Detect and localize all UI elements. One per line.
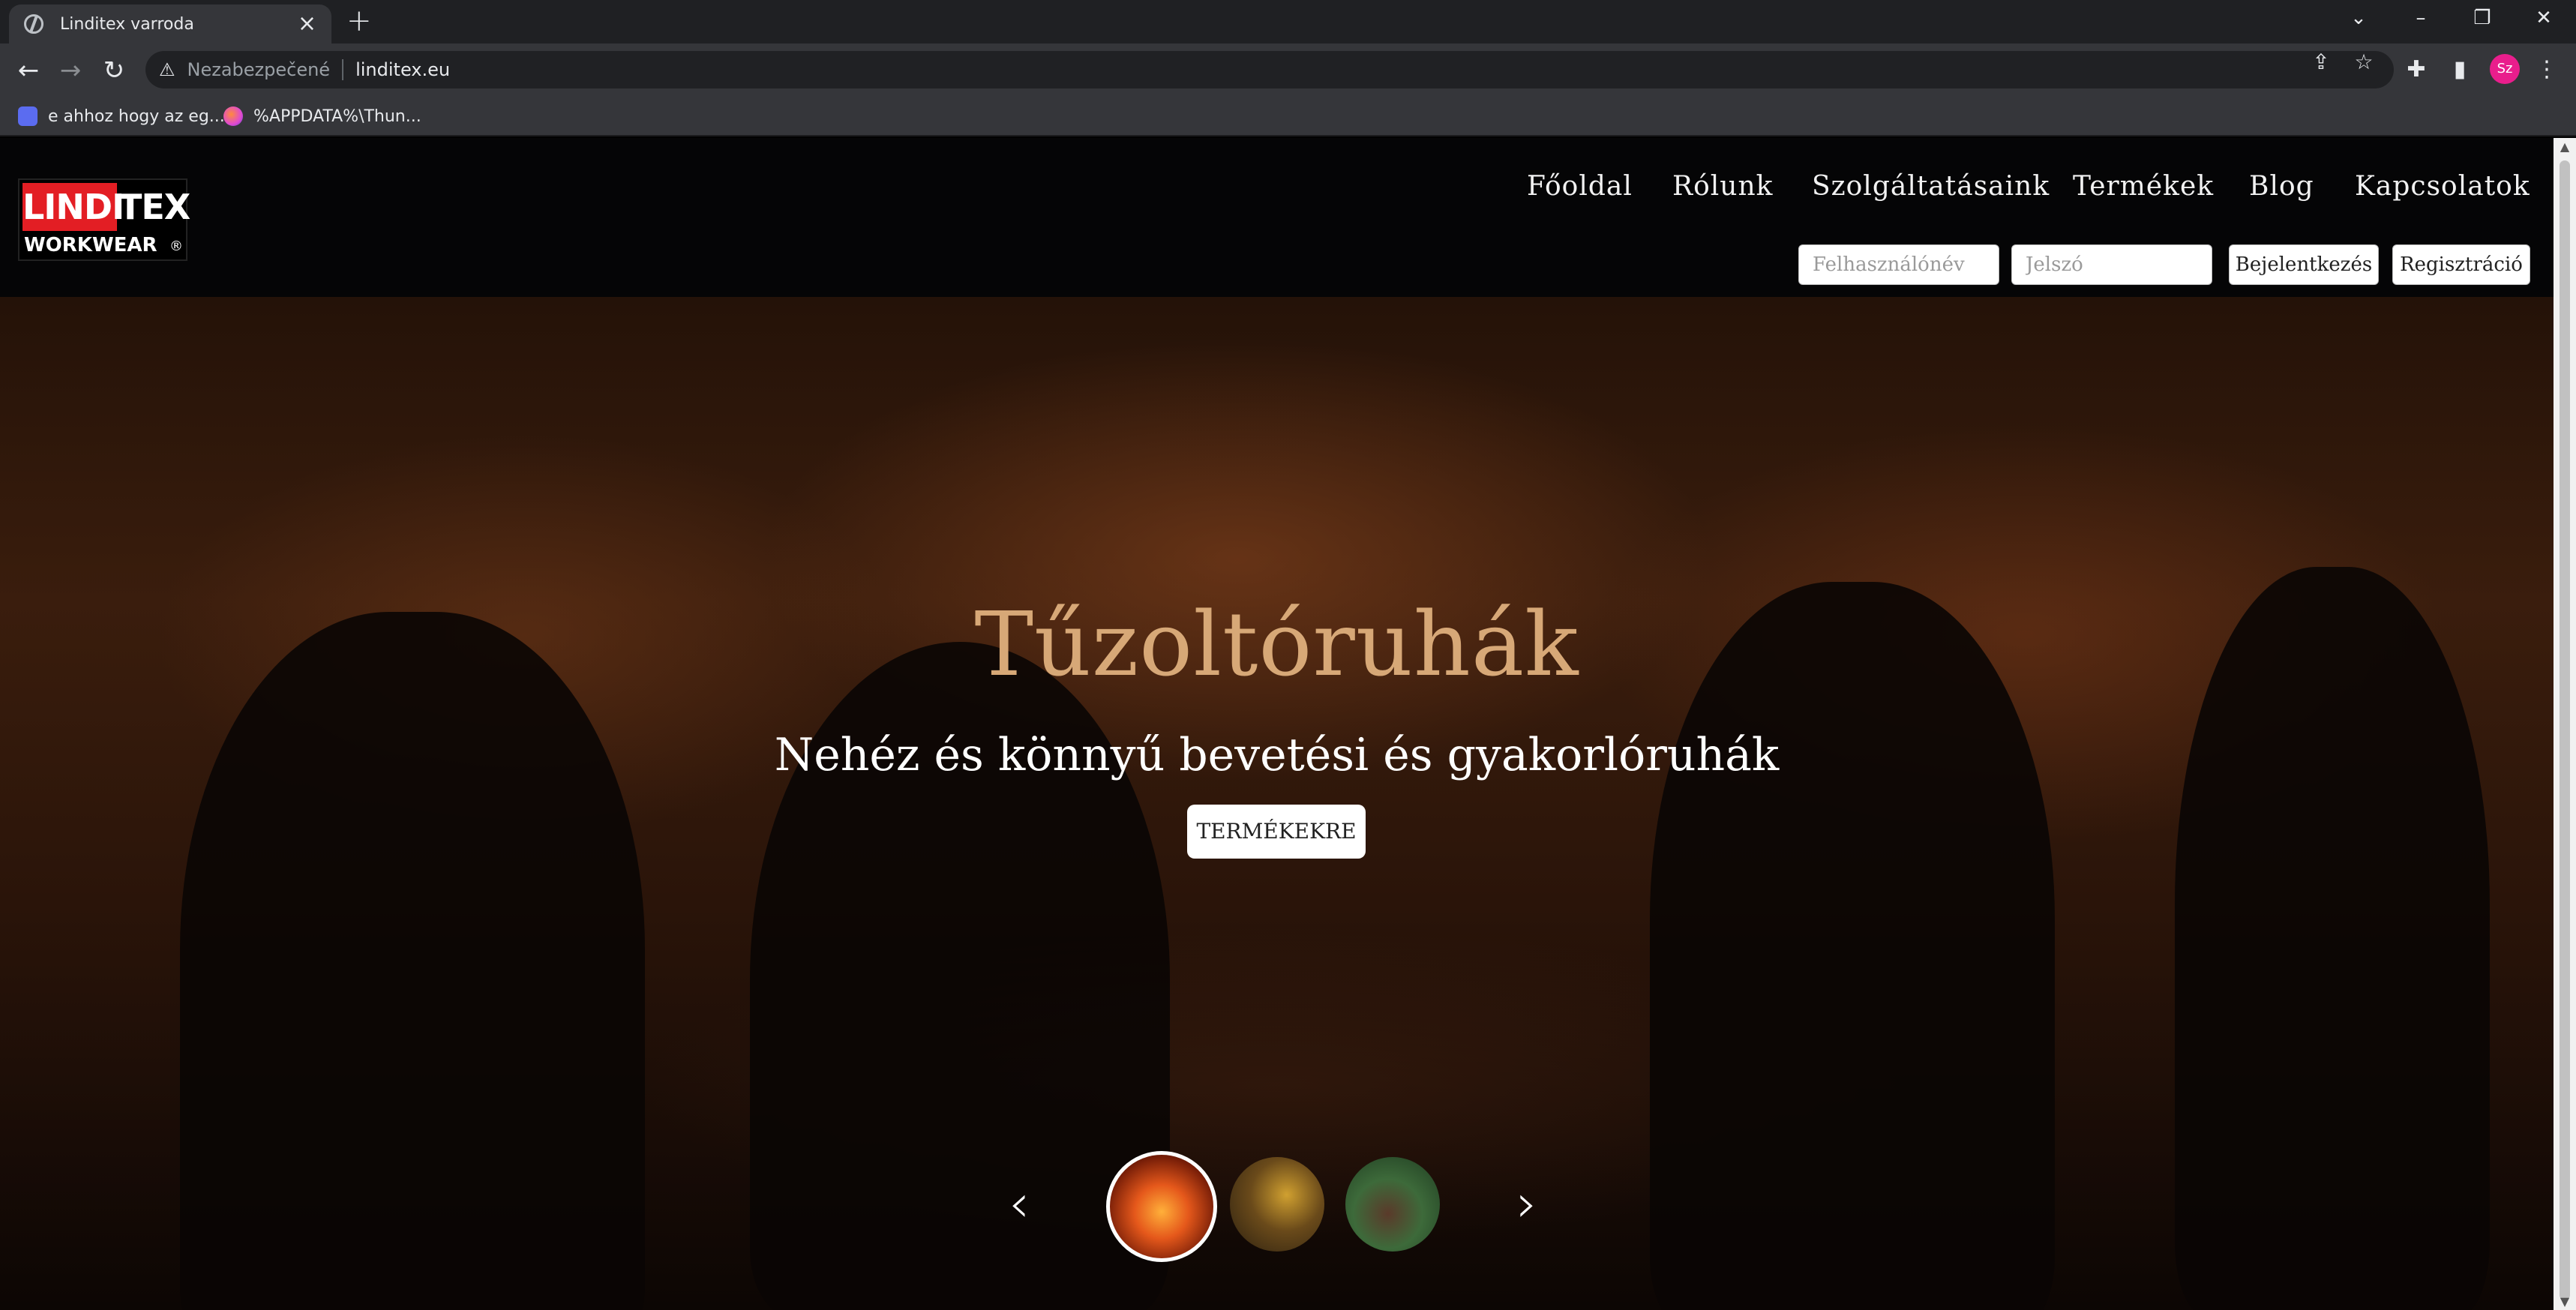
address-bar[interactable]: ⚠ Nezabezpečené linditex.eu xyxy=(145,51,2394,88)
linditex-logo[interactable]: LINDI TEX WORKWEAR ® xyxy=(18,178,190,261)
logo-registered: ® xyxy=(169,238,183,254)
back-icon[interactable]: ← xyxy=(12,54,45,87)
slide-thumbnail-rescue[interactable] xyxy=(1230,1157,1324,1252)
logo-lindi: LINDI xyxy=(22,183,124,231)
nav-item-kapcsolatok[interactable]: Kapcsolatok xyxy=(2355,171,2530,202)
bookmark-label: e ahhoz hogy az eg... xyxy=(48,106,225,126)
slide-thumbnail-workwear[interactable] xyxy=(1345,1157,1440,1252)
nav-item-termekek[interactable]: Termékek xyxy=(2073,171,2214,202)
reload-icon[interactable]: ↻ xyxy=(97,54,130,87)
hero-subtitle: Nehéz és könnyű bevetési és gyakorlóruhá… xyxy=(774,729,1780,781)
restore-button[interactable]: ❐ xyxy=(2467,4,2497,31)
extensions-icon[interactable]: ✚ xyxy=(2401,57,2431,82)
slider-next-icon[interactable]: › xyxy=(1516,1177,1537,1230)
new-tab-button[interactable]: + xyxy=(346,6,372,36)
browser-tab[interactable]: Linditex varroda × xyxy=(9,4,331,43)
share-icon[interactable]: ⇪ xyxy=(2306,49,2336,75)
globe-icon xyxy=(24,14,43,34)
username-input[interactable] xyxy=(1798,244,1999,285)
login-button[interactable]: Bejelentkezés xyxy=(2229,244,2379,285)
nav-item-fooldal[interactable]: Főoldal xyxy=(1527,171,1633,202)
bookmark-favicon-icon xyxy=(18,106,37,126)
firefox-favicon-icon xyxy=(223,106,243,126)
web-page: LINDI TEX WORKWEAR ® xyxy=(0,138,2554,1310)
page-scrollbar[interactable]: ▲ ▼ xyxy=(2554,138,2576,1310)
logo-tex: TEX xyxy=(118,187,190,227)
nav-item-blog[interactable]: Blog xyxy=(2249,171,2314,202)
browser-toolbar: ← → ↻ ⚠ Nezabezpečené linditex.eu ⇪ ☆ ✚ … xyxy=(0,43,2576,96)
logo-workwear: WORKWEAR xyxy=(24,234,157,256)
bookmark-item[interactable]: e ahhoz hogy az eg... xyxy=(18,103,225,129)
url-text: linditex.eu xyxy=(355,59,451,80)
warning-icon: ⚠ xyxy=(159,59,175,80)
omnibox-divider xyxy=(342,59,344,80)
tab-search-icon[interactable]: ⌄ xyxy=(2344,4,2374,31)
nav-item-rolunk[interactable]: Rólunk xyxy=(1672,171,1773,202)
close-window-button[interactable]: ✕ xyxy=(2529,4,2559,31)
menu-kebab-icon[interactable]: ⋮ xyxy=(2532,57,2562,82)
bookmark-label: %APPDATA%\Thun... xyxy=(253,106,421,126)
bookmark-star-icon[interactable]: ☆ xyxy=(2349,49,2379,75)
side-panel-icon[interactable]: ▮ xyxy=(2445,57,2475,82)
slide-thumbnail-fire[interactable] xyxy=(1106,1151,1217,1262)
browser-tab-strip: Linditex varroda × + ⌄ – ❐ ✕ xyxy=(0,0,2576,43)
slider-prev-icon[interactable]: ‹ xyxy=(1009,1177,1030,1230)
hero-title: Tűzoltóruhák xyxy=(974,592,1579,696)
tab-title: Linditex varroda xyxy=(60,14,194,34)
minimize-button[interactable]: – xyxy=(2406,4,2436,31)
security-label: Nezabezpečené xyxy=(187,59,331,80)
bookmarks-bar: e ahhoz hogy az eg... %APPDATA%\Thun... xyxy=(0,96,2576,136)
register-button[interactable]: Regisztráció xyxy=(2392,244,2530,285)
firefighter-silhouette xyxy=(180,612,645,1310)
scrollbar-thumb[interactable] xyxy=(2560,160,2570,1300)
close-tab-icon[interactable]: × xyxy=(298,13,316,35)
forward-icon[interactable]: → xyxy=(54,54,87,87)
scroll-up-icon[interactable]: ▲ xyxy=(2554,139,2576,154)
nav-item-szolgaltatasaink[interactable]: Szolgáltatásaink xyxy=(1812,171,2050,202)
profile-avatar[interactable]: Sz xyxy=(2490,54,2520,84)
products-button[interactable]: TERMÉKEKRE xyxy=(1187,805,1366,859)
bookmark-item[interactable]: %APPDATA%\Thun... xyxy=(223,103,421,129)
scroll-down-icon[interactable]: ▼ xyxy=(2554,1294,2576,1309)
password-input[interactable] xyxy=(2011,244,2212,285)
